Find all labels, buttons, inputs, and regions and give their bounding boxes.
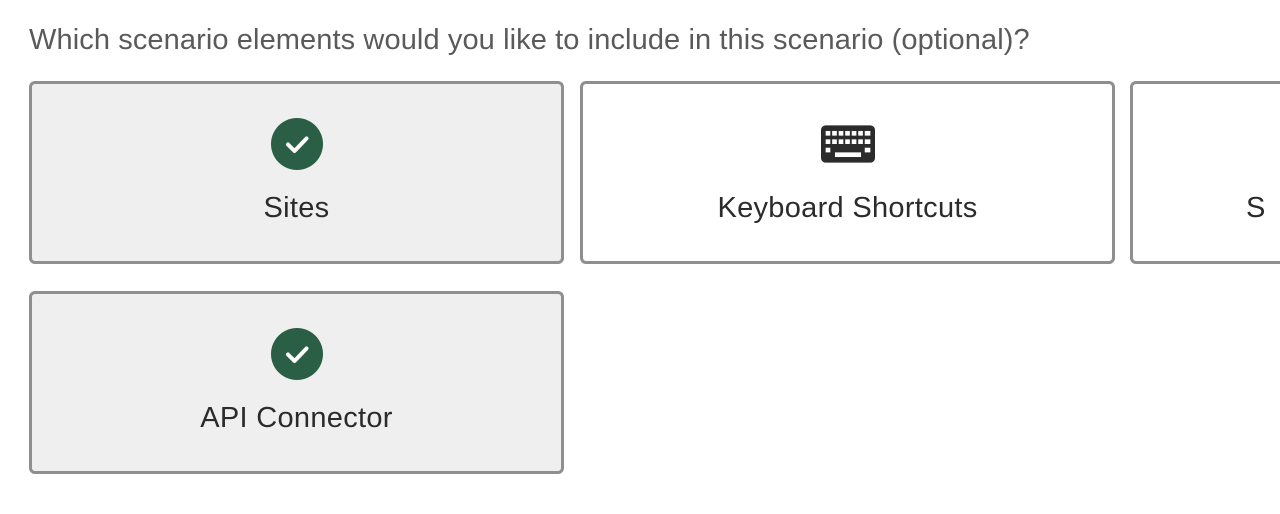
option-label-keyboard-shortcuts: Keyboard Shortcuts bbox=[717, 192, 978, 224]
check-circle-icon bbox=[270, 117, 324, 171]
option-label-api-connector: API Connector bbox=[200, 402, 393, 434]
option-label-sites: Sites bbox=[263, 192, 330, 224]
scenario-elements-panel: Which scenario elements would you like t… bbox=[0, 0, 1280, 514]
scenario-elements-question: Which scenario elements would you like t… bbox=[29, 24, 1030, 56]
option-card-keyboard-shortcuts[interactable]: Keyboard Shortcuts bbox=[580, 81, 1115, 264]
option-card-sites[interactable]: Sites bbox=[29, 81, 564, 264]
check-circle-icon bbox=[270, 327, 324, 381]
keyboard-icon bbox=[820, 117, 875, 171]
option-card-api-connector[interactable]: API Connector bbox=[29, 291, 564, 474]
option-card-partial[interactable]: S bbox=[1130, 81, 1280, 264]
option-label-partial: S bbox=[1246, 192, 1266, 224]
